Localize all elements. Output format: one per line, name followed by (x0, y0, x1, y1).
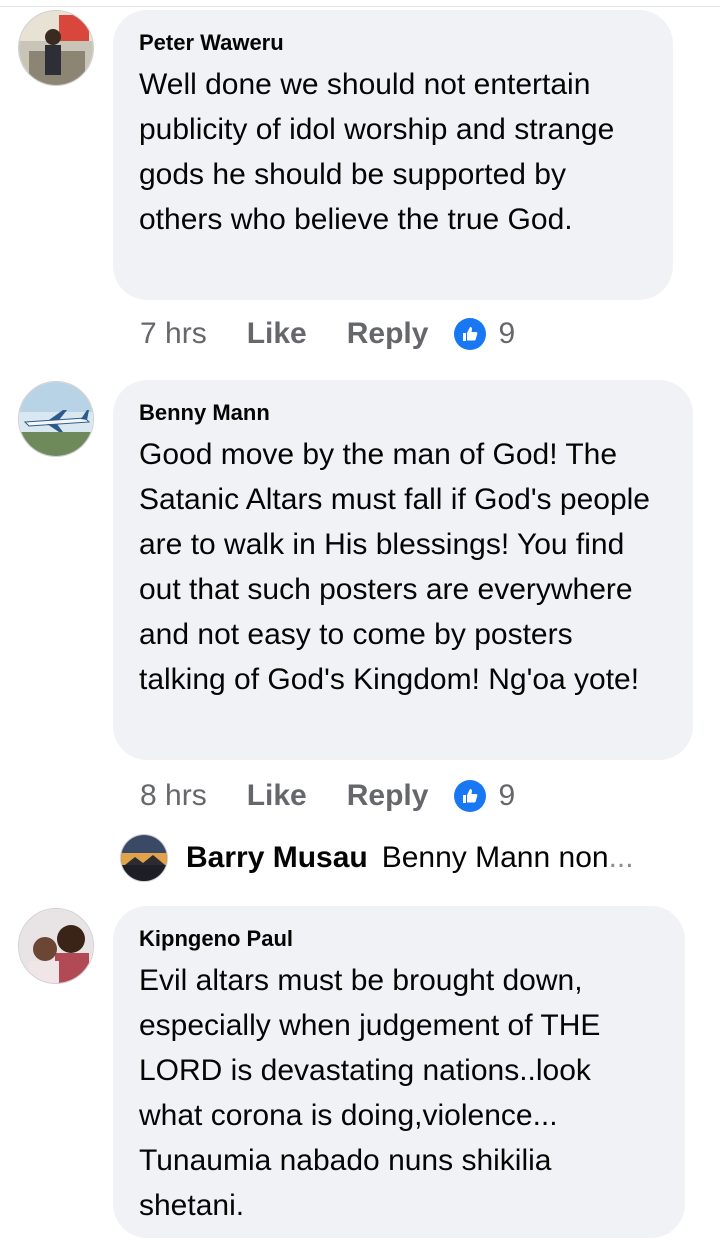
comment-time[interactable]: 7 hrs (140, 317, 207, 351)
like-button[interactable]: Like (247, 317, 307, 351)
reply-snippet: Benny Mann non (381, 841, 609, 874)
comment-actions: 7 hrs Like Reply 9 (140, 314, 515, 354)
comment-author[interactable]: Peter Waweru (139, 30, 647, 56)
top-divider (0, 6, 720, 7)
comment-bubble: Peter Waweru Well done we should not ent… (113, 10, 673, 300)
comment-time[interactable]: 8 hrs (140, 779, 207, 813)
avatar-peter-waweru[interactable] (18, 10, 94, 86)
avatar-barry-musau[interactable] (120, 834, 168, 882)
reply-button[interactable]: Reply (347, 779, 429, 813)
avatar-benny-mann[interactable] (18, 381, 94, 457)
reply-ellipsis: ... (608, 841, 634, 874)
reaction-count[interactable]: 9 (498, 317, 515, 351)
avatar-kipngeno-paul[interactable] (18, 908, 94, 984)
comment-text: Evil altars must be brought down, especi… (139, 964, 601, 1222)
like-button[interactable]: Like (247, 779, 307, 813)
thumbs-up-icon[interactable] (454, 318, 487, 350)
comment-text: Well done we should not entertain public… (139, 68, 615, 236)
comment-author[interactable]: Benny Mann (139, 400, 667, 426)
thumbs-up-icon[interactable] (454, 780, 487, 812)
comment-bubble: Benny Mann Good move by the man of God! … (113, 380, 693, 760)
reply-author[interactable]: Barry Musau (186, 841, 368, 875)
reaction-count[interactable]: 9 (498, 779, 515, 813)
comment-actions: 8 hrs Like Reply 9 (140, 776, 515, 816)
comment-text: Good move by the man of God! The Satanic… (139, 438, 650, 696)
reply-preview[interactable]: Barry Musau Benny Mann non ... (120, 834, 634, 882)
comment-bubble: Kipngeno Paul Evil altars must be brough… (113, 906, 685, 1238)
comment-author[interactable]: Kipngeno Paul (139, 926, 659, 952)
reply-button[interactable]: Reply (347, 317, 429, 351)
